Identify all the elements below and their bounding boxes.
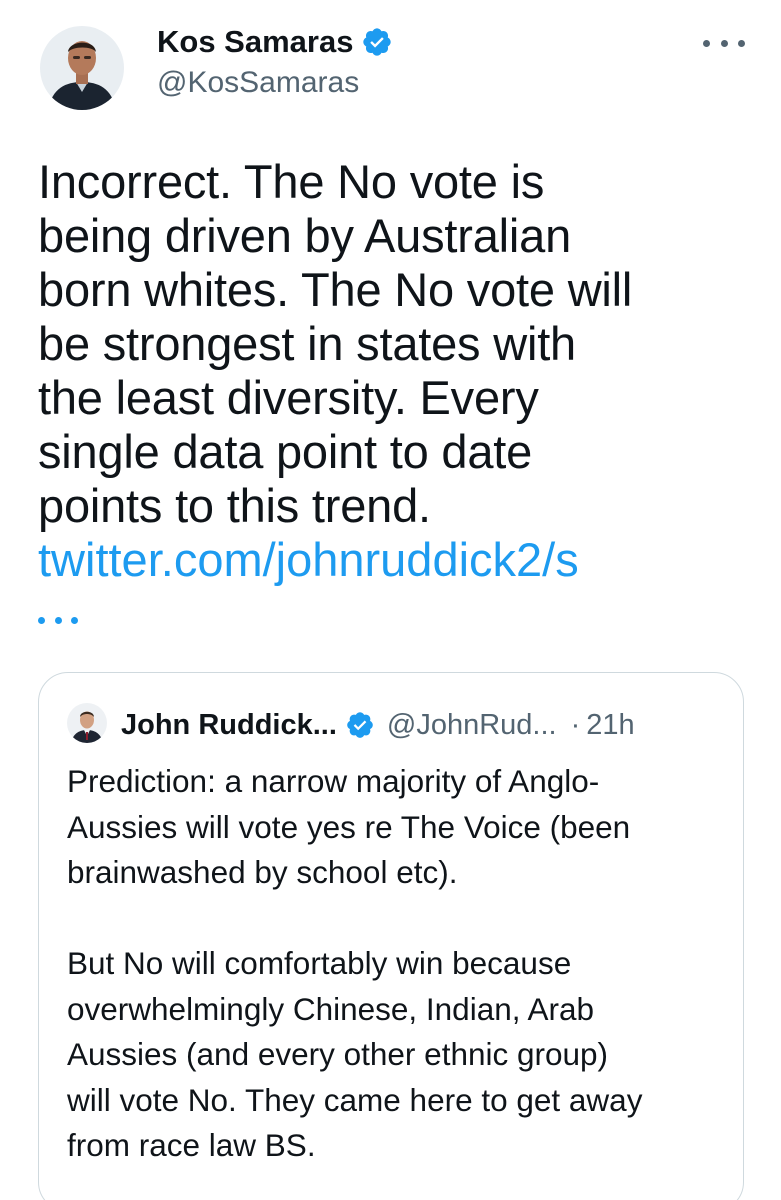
author-handle[interactable]: @KosSamaras bbox=[157, 66, 393, 100]
quoted-author-handle[interactable]: @JohnRud... bbox=[387, 709, 557, 742]
ellipsis-dot bbox=[54, 616, 62, 624]
quoted-separator: · bbox=[570, 708, 581, 741]
ellipsis-dot bbox=[71, 616, 78, 624]
author-avatar[interactable] bbox=[40, 26, 124, 110]
author-name-row: Kos Samaras bbox=[157, 22, 393, 62]
ellipsis-dot bbox=[38, 616, 45, 624]
more-dot bbox=[738, 39, 745, 47]
more-dot bbox=[703, 39, 710, 47]
quoted-author-avatar-image bbox=[67, 703, 107, 743]
quoted-tweet-header: John Ruddick... @JohnRud... · 21h bbox=[121, 703, 635, 747]
verified-badge-icon[interactable] bbox=[361, 26, 393, 58]
more-options-icon[interactable] bbox=[703, 28, 745, 58]
truncation-ellipsis-icon[interactable] bbox=[38, 610, 78, 630]
quoted-verified-badge-icon bbox=[347, 712, 373, 738]
quoted-tweet-card[interactable]: John Ruddick... @JohnRud... · 21h Predic… bbox=[38, 672, 744, 1200]
tweet-link[interactable]: twitter.com/johnruddick2/s bbox=[38, 533, 579, 587]
author-avatar-image bbox=[40, 26, 124, 110]
tweet-author: Kos Samaras @KosSamaras bbox=[157, 22, 393, 100]
quoted-author-avatar[interactable] bbox=[67, 703, 107, 743]
quoted-author-name[interactable]: John Ruddick... bbox=[121, 709, 337, 742]
quoted-timestamp[interactable]: 21h bbox=[586, 709, 634, 742]
author-name[interactable]: Kos Samaras bbox=[157, 24, 353, 60]
more-dot bbox=[720, 39, 728, 47]
quoted-tweet-text: Prediction: a narrow majority of Anglo- … bbox=[67, 763, 643, 1163]
tweet-text: Incorrect. The No vote is being driven b… bbox=[38, 155, 633, 532]
